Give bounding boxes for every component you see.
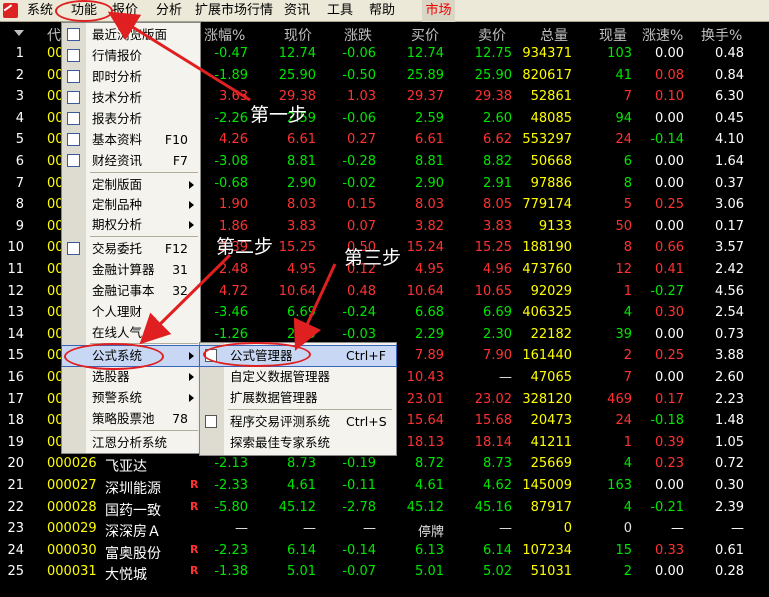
annotation-step1: 第一步 [250,104,308,126]
arrow-step1 [107,11,251,102]
annotation-step3: 第三步 [344,247,402,269]
arrow-step3 [293,263,337,351]
annotation-step2: 第二步 [216,236,274,258]
annotation-arrows [107,11,337,351]
arrow-step2 [139,253,232,345]
